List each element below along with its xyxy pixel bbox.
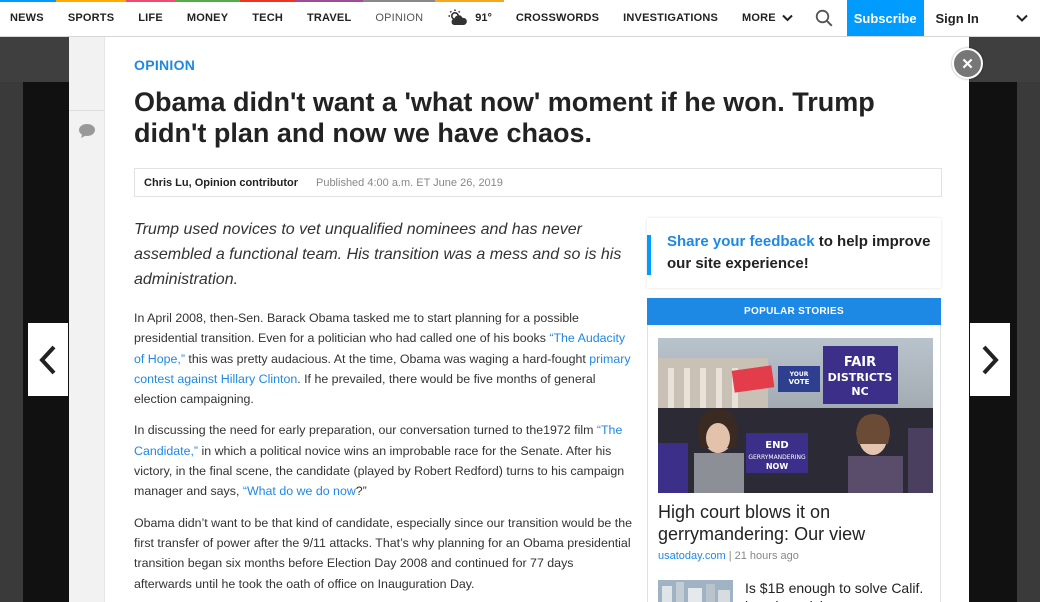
nav-color-bar	[55, 0, 127, 2]
popular-stories: YOUR VOTE FAIR DISTRICTS NC END GERRYMAN…	[647, 325, 941, 602]
nav-label: CROSSWORDS	[515, 12, 600, 24]
nav-label: TRAVEL	[306, 12, 352, 24]
feedback-accent-bar	[647, 235, 651, 275]
protest-sign-text: DISTRICTS	[828, 371, 893, 384]
top-nav: NEWS SPORTS LIFE MONEY TECH TRAVEL OPINI…	[0, 0, 1040, 37]
nav-color-bar	[0, 0, 56, 2]
nav-color-bar	[363, 0, 436, 2]
nav-label: MONEY	[186, 12, 229, 24]
protest-sign-text: NOW	[766, 462, 788, 471]
search-icon	[815, 9, 833, 27]
nav-item-news[interactable]: NEWS	[0, 0, 56, 36]
article-paragraph: In discussing the need for early prepara…	[134, 420, 634, 501]
protest-sign-text: FAIR	[844, 355, 876, 370]
nav-label: SPORTS	[67, 12, 115, 24]
city-photo	[658, 580, 733, 602]
story-image[interactable]: YOUR VOTE FAIR DISTRICTS NC END GERRYMAN…	[658, 338, 933, 493]
article-paragraph: Obama didn’t want to be that kind of can…	[134, 515, 632, 591]
paragraph-text: ?”	[355, 484, 367, 499]
nav-label: MORE	[742, 12, 776, 24]
paragraph-text: this was pretty audacious. At the time, …	[184, 351, 590, 366]
protest-sign-text: YOUR	[789, 371, 809, 378]
nav-item-investigations[interactable]: INVESTIGATIONS	[611, 0, 730, 36]
article-summary: Trump used novices to vet unqualified no…	[134, 221, 622, 288]
close-icon: ✕	[961, 55, 974, 73]
story-title[interactable]: Is $1B enough to solve Calif. housing cr…	[745, 579, 933, 602]
paragraph-text: in which a political novice wins an impr…	[134, 443, 625, 499]
weather-temp: 91°	[475, 12, 492, 24]
published-date: Published 4:00 a.m. ET June 26, 2019	[315, 176, 503, 189]
nav-item-crosswords[interactable]: CROSSWORDS	[504, 0, 611, 36]
previous-article-button[interactable]	[28, 323, 68, 396]
link-what-do-we-do-now[interactable]: “What do we do now	[243, 484, 356, 498]
article-paragraph: In April 2008, then-Sen. Barack Obama ta…	[134, 308, 634, 409]
partly-cloudy-icon	[448, 9, 468, 25]
story-time: | 21 hours ago	[725, 550, 799, 562]
nav-color-bar	[435, 0, 504, 2]
nav-label: NEWS	[10, 12, 44, 24]
comment-icon	[79, 124, 95, 138]
nav-color-bar	[126, 0, 175, 2]
nav-item-travel[interactable]: TRAVEL	[294, 0, 364, 36]
chevron-down-icon	[782, 14, 793, 22]
nav-item-sports[interactable]: SPORTS	[55, 0, 127, 36]
subscribe-button[interactable]: Subscribe	[846, 0, 924, 36]
feedback-box: Share your feedback to help improve our …	[647, 218, 941, 288]
nav-color-bar	[240, 0, 295, 2]
story-source[interactable]: usatoday.com	[658, 550, 726, 562]
protest-sign-text: GERRYMANDERING	[748, 454, 806, 461]
protest-photo: YOUR VOTE FAIR DISTRICTS NC END GERRYMAN…	[658, 338, 933, 493]
story-thumbnail[interactable]	[658, 580, 733, 602]
article-modal: OPINION Obama didn't want a 'what now' m…	[69, 37, 969, 602]
nav-more-button[interactable]: MORE	[730, 0, 805, 36]
share-feedback-link[interactable]: Share your feedback	[667, 233, 815, 250]
paragraph-text: In April 2008, then-Sen. Barack Obama ta…	[134, 311, 579, 346]
author-name[interactable]: Chris Lu, Opinion contributor	[144, 177, 298, 189]
nav-item-opinion[interactable]: OPINION	[363, 0, 436, 36]
signin-button[interactable]: Sign In	[924, 0, 1040, 36]
signin-label: Sign In	[935, 10, 979, 26]
search-button[interactable]	[805, 0, 847, 36]
rail-divider	[69, 110, 105, 111]
popular-stories-header: POPULAR STORIES	[647, 298, 941, 325]
paragraph-text: In discussing the need for early prepara…	[134, 423, 597, 438]
nav-label: INVESTIGATIONS	[623, 12, 719, 24]
nav-weather[interactable]: 91°	[435, 0, 504, 36]
story-title[interactable]: High court blows it on gerrymandering: O…	[658, 501, 933, 545]
section-label[interactable]: OPINION	[134, 57, 195, 73]
byline: Chris Lu, Opinion contributor Published …	[134, 168, 942, 197]
nav-item-life[interactable]: LIFE	[126, 0, 175, 36]
protest-sign-text: END	[765, 440, 789, 451]
chevron-right-icon	[982, 345, 999, 374]
comments-button[interactable]	[78, 123, 96, 144]
nav-label: LIFE	[138, 12, 163, 24]
protest-sign-text: NC	[851, 385, 868, 398]
nav-item-tech[interactable]: TECH	[240, 0, 295, 36]
feedback-text: Share your feedback to help improve our …	[667, 231, 941, 275]
article-body: Trump used novices to vet unqualified no…	[134, 217, 634, 602]
nav-item-money[interactable]: MONEY	[174, 0, 241, 36]
nav-label: OPINION	[375, 12, 424, 24]
close-modal-button[interactable]: ✕	[952, 48, 983, 79]
protest-sign-text: VOTE	[789, 378, 810, 386]
chevron-left-icon	[39, 345, 56, 374]
nav-color-bar	[294, 0, 364, 2]
nav-color-bar	[174, 0, 241, 2]
next-article-button[interactable]	[970, 323, 1010, 396]
chevron-down-icon	[1016, 14, 1028, 22]
nav-label: TECH	[252, 12, 283, 24]
utility-rail	[69, 37, 105, 602]
story-meta: usatoday.com | 21 hours ago	[658, 550, 799, 562]
article-headline: Obama didn't want a 'what now' moment if…	[134, 87, 875, 148]
